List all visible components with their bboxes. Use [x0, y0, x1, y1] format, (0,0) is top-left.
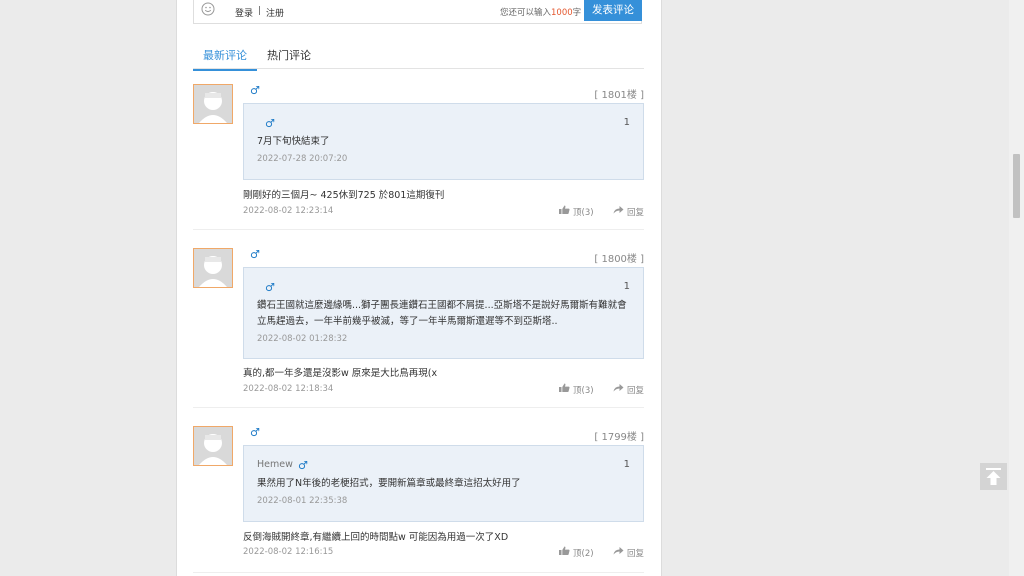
back-to-top-button[interactable]: [980, 463, 1007, 490]
like-count: 顶(3): [573, 385, 594, 396]
quote-time: 2022-08-02 01:28:32: [257, 334, 348, 344]
gender-male-icon: ♂: [250, 426, 260, 439]
reply-button[interactable]: 回复: [613, 383, 644, 396]
quote-text: 7月下旬快結束了: [257, 136, 330, 147]
char-remaining-prefix: 您还可以输入: [500, 8, 552, 18]
separator: |: [258, 6, 262, 16]
scrollbar-thumb[interactable]: [1013, 154, 1020, 218]
comment-item: ♂ [ 1800楼 ] ♂ 1 鑽石王國就這麼邊緣嗎...獅子團長連鑽石王國都不…: [193, 248, 644, 408]
tab-hot[interactable]: 热门评论: [267, 47, 311, 69]
thumbs-up-icon: [559, 546, 570, 555]
arrow-up-icon: [986, 468, 1001, 485]
comment-item: ♂ [ 1799楼 ] Hemew ♂ 1 果然用了N年後的老梗招式，要開新篇章…: [193, 426, 644, 576]
smiley-icon[interactable]: [201, 2, 215, 16]
comment-text: 剛剛好的三個月~ 425休到725 於801這期復刊: [243, 190, 445, 201]
comment-text: 真的,都一年多還是沒影w 原來是大比鳥再現(x: [243, 368, 438, 379]
gender-male-icon: ♂: [250, 84, 260, 97]
divider: [193, 572, 644, 573]
reply-label: 回复: [626, 548, 644, 559]
gender-male-icon: ♂: [265, 117, 275, 130]
like-button[interactable]: 顶(3): [559, 383, 594, 396]
gender-male-icon: ♂: [250, 248, 260, 261]
avatar[interactable]: [193, 426, 233, 466]
char-remaining: 您还可以输入1000字: [500, 6, 581, 18]
comment-time: 2022-08-02 12:16:15: [243, 547, 334, 557]
like-button[interactable]: 顶(2): [559, 546, 594, 559]
register-link[interactable]: 注册: [266, 6, 284, 19]
quoted-comment: Hemew ♂ 1 果然用了N年後的老梗招式，要開新篇章或最終章這招太好用了 2…: [243, 445, 644, 522]
comment-text: 反倒海賊開終章,有繼續上回的時間點w 可能因為用過一次了XD: [243, 532, 509, 543]
quote-author[interactable]: Hemew: [257, 459, 293, 470]
divider: [193, 407, 644, 408]
quote-floor: 1: [623, 281, 630, 292]
quote-floor: 1: [623, 117, 630, 128]
reply-arrow-icon: [613, 384, 624, 392]
quote-text: 果然用了N年後的老梗招式，要開新篇章或最終章這招太好用了: [257, 478, 521, 489]
floor-number: [ 1799楼 ]: [594, 432, 644, 443]
vertical-scrollbar[interactable]: [1009, 0, 1024, 576]
login-link[interactable]: 登录: [235, 6, 253, 19]
quote-time: 2022-08-01 22:35:38: [257, 496, 348, 506]
comment-tabs: 最新评论 热门评论: [193, 40, 644, 71]
quote-floor: 1: [623, 459, 630, 470]
reply-button[interactable]: 回复: [613, 205, 644, 218]
char-remaining-suffix: 字: [572, 8, 582, 18]
reply-arrow-icon: [613, 547, 624, 555]
reply-label: 回复: [626, 207, 644, 218]
avatar[interactable]: [193, 248, 233, 288]
divider: [193, 229, 644, 230]
floor-number: [ 1800楼 ]: [594, 254, 644, 265]
post-comment-button[interactable]: 发表评论: [584, 0, 642, 21]
comment-time: 2022-08-02 12:23:14: [243, 206, 334, 216]
comment-item: ♂ [ 1801楼 ] ♂ 1 7月下旬快結束了 2022-07-28 20:0…: [193, 84, 644, 230]
quote-text: 鑽石王國就這麼邊緣嗎...獅子團長連鑽石王國都不屑提...亞斯塔不是說好馬爾斯有…: [257, 300, 627, 327]
floor-number: [ 1801楼 ]: [594, 90, 644, 101]
thumbs-up-icon: [559, 205, 570, 214]
comment-time: 2022-08-02 12:18:34: [243, 384, 334, 394]
tab-latest[interactable]: 最新评论: [193, 47, 257, 71]
quoted-comment: ♂ 1 7月下旬快結束了 2022-07-28 20:07:20: [243, 103, 644, 180]
char-remaining-count: 1000: [551, 8, 573, 18]
reply-arrow-icon: [613, 206, 624, 214]
quote-time: 2022-07-28 20:07:20: [257, 154, 348, 164]
comment-actions: 顶(2) 回复: [559, 546, 644, 559]
like-count: 顶(3): [573, 207, 594, 218]
thumbs-up-icon: [559, 383, 570, 392]
comments-panel: 登录 | 注册 您还可以输入1000字 发表评论 最新评论 热门评论 ♂ [ 1…: [176, 0, 662, 576]
comment-actions: 顶(3) 回复: [559, 205, 644, 218]
gender-male-icon: ♂: [265, 281, 275, 294]
comment-actions: 顶(3) 回复: [559, 383, 644, 396]
like-count: 顶(2): [573, 548, 594, 559]
gender-male-icon: ♂: [298, 459, 308, 472]
like-button[interactable]: 顶(3): [559, 205, 594, 218]
avatar[interactable]: [193, 84, 233, 124]
comment-editor-toolbar: 登录 | 注册 您还可以输入1000字 发表评论: [193, 0, 642, 24]
reply-label: 回复: [626, 385, 644, 396]
quoted-comment: ♂ 1 鑽石王國就這麼邊緣嗎...獅子團長連鑽石王國都不屑提...亞斯塔不是說好…: [243, 267, 644, 359]
reply-button[interactable]: 回复: [613, 546, 644, 559]
